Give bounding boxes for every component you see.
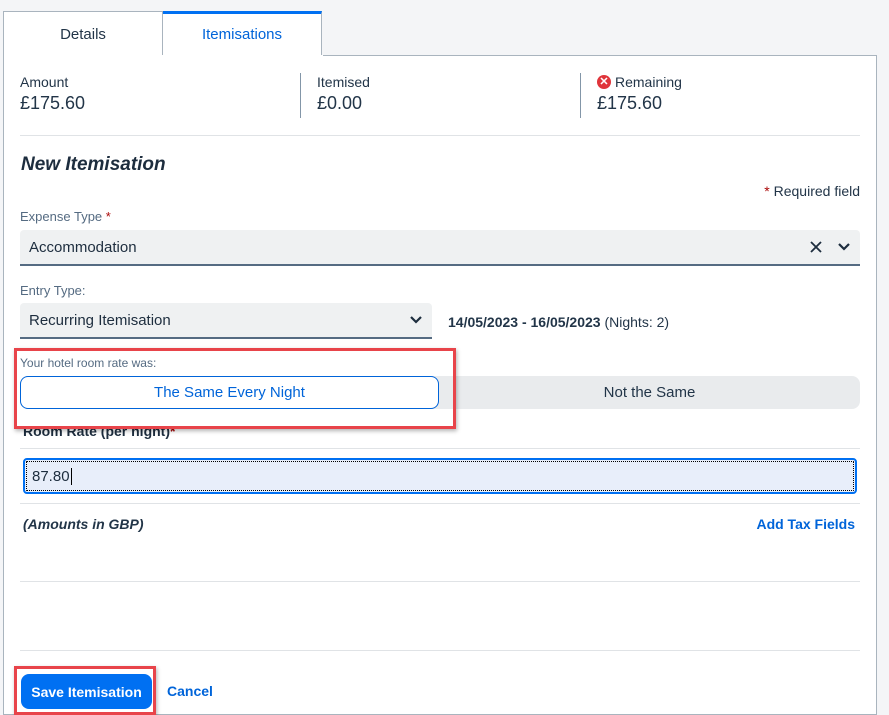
itemised-label: Itemised [317, 74, 370, 90]
expense-type-select[interactable]: Accommodation [20, 230, 860, 266]
summary-amount: Amount £175.60 [20, 73, 300, 118]
remaining-label-row: ✕ Remaining [597, 73, 860, 91]
add-tax-fields-link[interactable]: Add Tax Fields [756, 516, 855, 532]
entry-type-label: Entry Type: [20, 283, 86, 298]
amount-value: £175.60 [20, 93, 86, 113]
room-rate-label-text: Room Rate (per night) [23, 423, 170, 439]
required-star: * [764, 183, 770, 199]
amount-summary: Amount £175.60 Itemised £0.00 ✕ Remainin… [20, 73, 860, 118]
date-range-dates: 14/05/2023 - 16/05/2023 [448, 314, 601, 330]
summary-remaining: ✕ Remaining £175.60 [580, 73, 860, 118]
required-note-text: Required field [773, 183, 860, 199]
divider [20, 650, 860, 651]
same-every-night-option[interactable]: The Same Every Night [20, 376, 439, 409]
itemised-value: £0.00 [317, 93, 363, 113]
entry-type-icons [408, 303, 424, 337]
required-star: * [105, 209, 111, 224]
expense-type-label: Expense Type * [20, 209, 111, 224]
divider [20, 503, 860, 504]
required-field-note: * Required field [764, 183, 860, 199]
room-rate-input[interactable]: 87.80 [23, 458, 857, 494]
amount-label: Amount [20, 74, 69, 90]
panel-top-border [323, 55, 877, 56]
entry-type-select[interactable]: Recurring Itemisation [20, 303, 432, 339]
page-title: New Itemisation [21, 154, 166, 175]
date-range: 14/05/2023 - 16/05/2023 (Nights: 2) [448, 314, 669, 330]
expense-type-label-text: Expense Type [20, 209, 103, 224]
error-icon: ✕ [597, 75, 611, 89]
text-caret [70, 467, 72, 485]
tab-details[interactable]: Details [3, 11, 163, 56]
cancel-link[interactable]: Cancel [167, 683, 213, 699]
chevron-down-icon[interactable] [408, 312, 424, 328]
not-the-same-option[interactable]: Not the Same [439, 376, 860, 409]
amounts-currency-note: (Amounts in GBP) [23, 516, 144, 532]
room-rate-value: 87.80 [32, 467, 70, 485]
divider [20, 448, 860, 449]
tab-bar: Details Itemisations [3, 11, 322, 56]
tab-itemisations[interactable]: Itemisations [163, 11, 322, 56]
chevron-down-icon[interactable] [836, 239, 852, 255]
room-rate-question-label: Your hotel room rate was: [20, 356, 157, 370]
remaining-label: Remaining [615, 74, 682, 90]
required-star: * [170, 423, 176, 439]
divider [20, 135, 860, 136]
summary-itemised: Itemised £0.00 [300, 73, 580, 118]
room-rate-label: Room Rate (per night)* [23, 423, 175, 439]
entry-type-value: Recurring Itemisation [29, 311, 171, 329]
clear-icon[interactable] [808, 239, 824, 255]
nights-count: (Nights: 2) [604, 314, 670, 330]
remaining-value: £175.60 [597, 93, 663, 113]
expense-type-value: Accommodation [29, 238, 137, 256]
divider [20, 581, 860, 582]
room-rate-segmented-control: The Same Every Night Not the Same [20, 376, 860, 409]
expense-type-icons [808, 230, 852, 264]
save-itemisation-button[interactable]: Save Itemisation [21, 674, 152, 709]
